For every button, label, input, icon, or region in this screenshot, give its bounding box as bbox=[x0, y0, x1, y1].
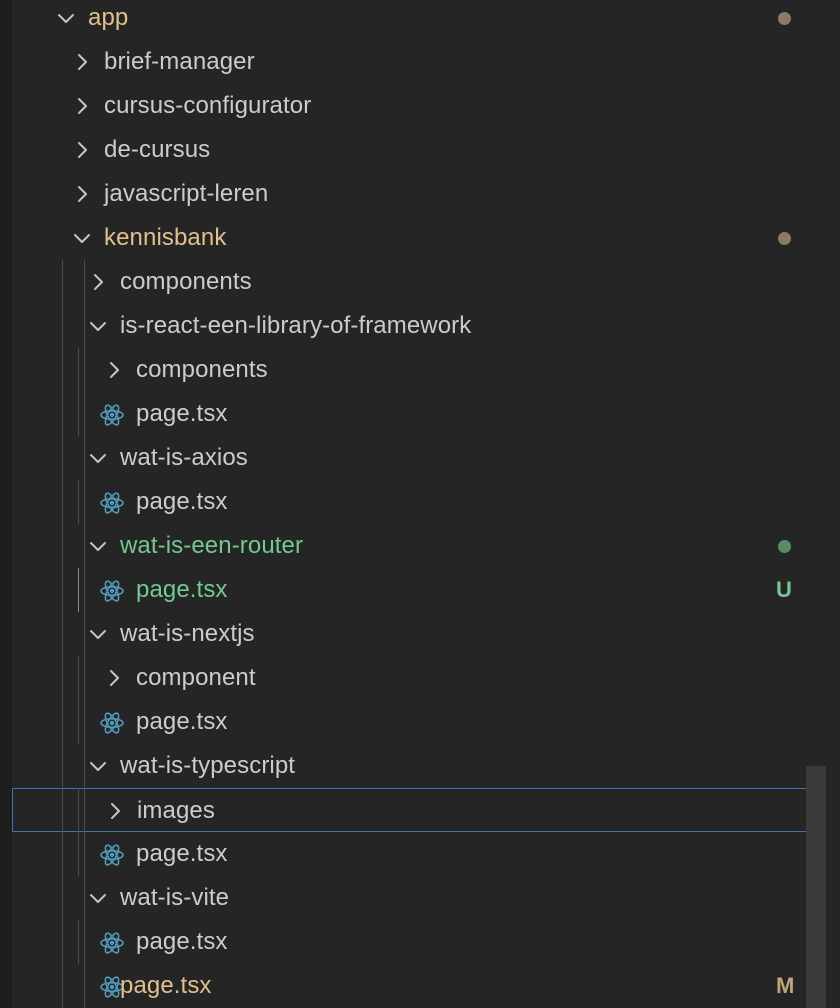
tree-folder-row[interactable]: wat-is-axios bbox=[12, 436, 826, 480]
react-icon bbox=[99, 578, 125, 604]
tree-item-label: cursus-configurator bbox=[104, 92, 312, 119]
react-icon bbox=[99, 710, 125, 736]
tree-file-row[interactable]: page.tsx M bbox=[12, 964, 826, 1008]
indent-guide bbox=[78, 480, 79, 524]
indent-guide bbox=[78, 788, 79, 876]
tree-item-label: de-cursus bbox=[104, 136, 211, 163]
tree-item-label: page.tsx bbox=[120, 972, 212, 999]
chevron-right-icon[interactable] bbox=[102, 358, 126, 382]
indent-guide bbox=[78, 348, 79, 436]
tree-folder-row[interactable]: images bbox=[12, 788, 826, 832]
tree-item-label: wat-is-vite bbox=[120, 884, 230, 911]
file-explorer: app brief-manager cursus-configurator de-cu… bbox=[0, 0, 840, 1008]
tree-folder-row[interactable]: components bbox=[12, 348, 826, 392]
chevron-down-icon[interactable] bbox=[86, 314, 110, 338]
indent-guide bbox=[78, 568, 79, 612]
activity-rail bbox=[0, 0, 12, 1008]
tree-item-label: wat-is-nextjs bbox=[120, 620, 255, 647]
chevron-right-icon[interactable] bbox=[70, 182, 94, 206]
tree-folder-row[interactable]: components bbox=[12, 260, 826, 304]
tree-item-label: page.tsx bbox=[136, 400, 228, 427]
chevron-right-icon[interactable] bbox=[70, 50, 94, 74]
indent-guide bbox=[78, 920, 79, 964]
tree-file-row[interactable]: page.tsx bbox=[12, 392, 826, 436]
chevron-right-icon[interactable] bbox=[70, 94, 94, 118]
tree-folder-row[interactable]: wat-is-nextjs bbox=[12, 612, 826, 656]
tree-folder-row[interactable]: brief-manager bbox=[12, 40, 826, 84]
chevron-right-icon[interactable] bbox=[86, 270, 110, 294]
tree-folder-row[interactable]: de-cursus bbox=[12, 128, 826, 172]
tree-item-label: components bbox=[120, 268, 252, 295]
tree-folder-row[interactable]: cursus-configurator bbox=[12, 84, 826, 128]
tree-item-label: brief-manager bbox=[104, 48, 255, 75]
tree-item-label: page.tsx bbox=[136, 928, 228, 955]
chevron-down-icon[interactable] bbox=[86, 534, 110, 558]
tree-item-label: app bbox=[88, 4, 129, 31]
chevron-right-icon[interactable] bbox=[103, 799, 127, 823]
modified-dot-icon bbox=[778, 232, 791, 245]
react-icon bbox=[99, 842, 125, 868]
tree-folder-row[interactable]: component bbox=[12, 656, 826, 700]
tree-folder-row[interactable]: kennisbank bbox=[12, 216, 826, 260]
indent-guide bbox=[78, 656, 79, 744]
tree-item-label: images bbox=[137, 797, 215, 824]
tree-file-row[interactable]: page.tsx bbox=[12, 480, 826, 524]
chevron-right-icon[interactable] bbox=[70, 138, 94, 162]
chevron-down-icon[interactable] bbox=[86, 886, 110, 910]
tree-file-row[interactable]: page.tsx U bbox=[12, 568, 826, 612]
react-icon bbox=[99, 490, 125, 516]
tree-item-label: page.tsx bbox=[136, 488, 228, 515]
tree-folder-row[interactable]: app bbox=[12, 0, 826, 40]
tree-item-label: page.tsx bbox=[136, 708, 228, 735]
tree-file-row[interactable]: page.tsx bbox=[12, 700, 826, 744]
chevron-right-icon[interactable] bbox=[102, 666, 126, 690]
tree-folder-row[interactable]: is-react-een-library-of-framework bbox=[12, 304, 826, 348]
indent-guide bbox=[84, 260, 85, 1008]
git-status-badge: U bbox=[776, 577, 792, 602]
tree-item-label: wat-is-een-router bbox=[120, 532, 304, 559]
git-status-badge: M bbox=[776, 973, 795, 998]
tree-item-label: page.tsx bbox=[136, 840, 228, 867]
chevron-down-icon[interactable] bbox=[54, 6, 78, 30]
vertical-scrollbar[interactable] bbox=[806, 766, 826, 1008]
tree-folder-row[interactable]: wat-is-vite bbox=[12, 876, 826, 920]
tree-folder-row[interactable]: wat-is-een-router bbox=[12, 524, 826, 568]
modified-dot-icon bbox=[778, 12, 791, 25]
tree-item-label: wat-is-axios bbox=[120, 444, 248, 471]
tree-item-label: components bbox=[136, 356, 268, 383]
tree-item-label: component bbox=[136, 664, 256, 691]
tree-item-label: page.tsx bbox=[136, 576, 228, 603]
untracked-dot-icon bbox=[778, 540, 791, 553]
chevron-down-icon[interactable] bbox=[86, 754, 110, 778]
tree-file-row[interactable]: page.tsx bbox=[12, 920, 826, 964]
tree-item-label: javascript-leren bbox=[104, 180, 269, 207]
chevron-down-icon[interactable] bbox=[86, 622, 110, 646]
tree-item-label: is-react-een-library-of-framework bbox=[120, 312, 472, 339]
tree-folder-row[interactable]: javascript-leren bbox=[12, 172, 826, 216]
chevron-down-icon[interactable] bbox=[86, 446, 110, 470]
react-icon bbox=[99, 402, 125, 428]
tree-file-row[interactable]: page.tsx bbox=[12, 832, 826, 876]
tree-folder-row[interactable]: wat-is-typescript bbox=[12, 744, 826, 788]
indent-guide bbox=[62, 260, 63, 1008]
tree-item-label: kennisbank bbox=[104, 224, 227, 251]
tree-item-label: wat-is-typescript bbox=[120, 752, 296, 779]
react-icon bbox=[99, 930, 125, 956]
chevron-down-icon[interactable] bbox=[70, 226, 94, 250]
